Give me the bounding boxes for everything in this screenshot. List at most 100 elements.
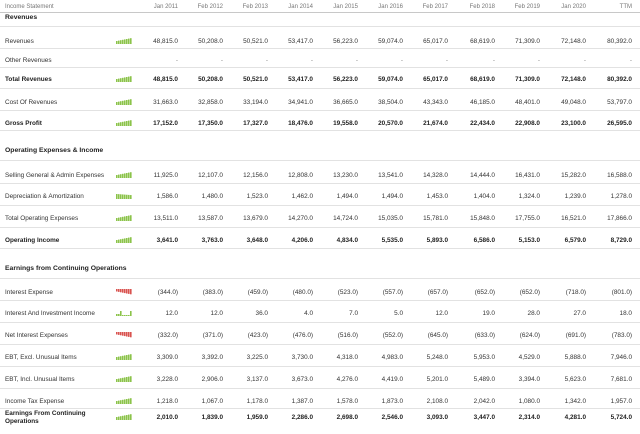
row-label: EBT, Incl. Unusual Items [5, 376, 75, 383]
sparkline-bar [128, 354, 130, 360]
cell-value: 68,619.0 [470, 76, 495, 83]
sparkline-bar [124, 315, 126, 316]
cell-value: 3,763.0 [201, 237, 223, 244]
row-divider [0, 300, 640, 301]
cell-value: 1,480.0 [201, 193, 223, 200]
row-divider [0, 278, 640, 279]
cell-value: 1,178.0 [246, 398, 268, 405]
cell-value: 1,453.0 [426, 193, 448, 200]
sparkline-bar [126, 173, 128, 178]
sparkline-bar [128, 38, 130, 44]
cell-value: 72,148.0 [561, 38, 586, 45]
cell-value: (652.0) [519, 289, 540, 296]
cell-value: 50,208.0 [198, 38, 223, 45]
row-label: Gross Profit [5, 120, 42, 127]
cell-value: 1,278.0 [610, 193, 632, 200]
row-divider [0, 388, 640, 389]
cell-value: 65,017.0 [423, 76, 448, 83]
cell-value: (516.0) [337, 332, 358, 339]
cell-value: 1,387.0 [291, 398, 313, 405]
period-header: Feb 2019 [514, 4, 540, 10]
sparkline-bar [116, 194, 118, 199]
row-divider [0, 227, 640, 228]
cell-value: 20,570.0 [378, 120, 403, 127]
sparkline-bar [116, 379, 118, 382]
cell-value: 2,314.0 [518, 414, 540, 421]
sparkline-bar [120, 332, 122, 336]
row-divider [0, 88, 640, 89]
cell-value: 3,309.0 [156, 354, 178, 361]
sparkline-bar [120, 101, 122, 105]
row-label: Operating Income [5, 237, 60, 244]
cell-value: - [220, 57, 223, 64]
sparkline-bar [128, 172, 130, 178]
cell-value: 4.0 [304, 310, 313, 317]
cell-value: 19,558.0 [333, 120, 358, 127]
cell-value: 80,392.0 [607, 76, 632, 83]
cell-value: (332.0) [157, 332, 178, 339]
sparkline-bar [116, 314, 118, 316]
cell-value: - [310, 57, 313, 64]
sparkline-icon [116, 38, 132, 44]
cell-value: (657.0) [427, 289, 448, 296]
cell-value: 68,619.0 [470, 38, 495, 45]
sparkline-bar [130, 76, 132, 82]
sparkline-bar [120, 378, 122, 382]
sparkline-icon [116, 215, 132, 221]
row-divider [0, 205, 640, 206]
cell-value: 31,663.0 [153, 99, 178, 106]
cell-value: 13,587.0 [198, 215, 223, 222]
cell-value: - [629, 57, 632, 64]
cell-value: 3,093.0 [426, 414, 448, 421]
cell-value: 5,888.0 [564, 354, 586, 361]
sparkline-bar [122, 238, 124, 243]
sparkline-bar [120, 217, 122, 221]
cell-value: 4,834.0 [336, 237, 358, 244]
sparkline-bar [118, 314, 120, 316]
cell-value: 3,730.0 [291, 354, 313, 361]
cell-value: - [175, 57, 178, 64]
cell-value: 12.0 [435, 310, 448, 317]
sparkline-bar [130, 38, 132, 44]
cell-value: 5,535.0 [381, 237, 403, 244]
row-sparkline [116, 414, 132, 420]
sparkline-bar [122, 173, 124, 178]
sparkline-bar [126, 399, 128, 404]
cell-value: 16,521.0 [561, 215, 586, 222]
cell-value: 12,808.0 [288, 172, 313, 179]
cell-value: 6,586.0 [473, 237, 495, 244]
cell-value: 19.0 [482, 310, 495, 317]
sparkline-bar [116, 218, 118, 221]
cell-value: (691.0) [565, 332, 586, 339]
sparkline-bar [128, 237, 130, 243]
cell-value: 48,815.0 [153, 76, 178, 83]
cell-value: 7,681.0 [610, 376, 632, 383]
cell-value: 50,521.0 [243, 76, 268, 83]
cell-value: 2,108.0 [426, 398, 448, 405]
cell-value: 3,447.0 [473, 414, 495, 421]
sparkline-bar [126, 216, 128, 221]
cell-value: 32,858.0 [198, 99, 223, 106]
sparkline-bar [122, 289, 124, 293]
sparkline-bar [124, 77, 126, 82]
row-sparkline [116, 38, 132, 44]
cell-value: 8,729.0 [610, 237, 632, 244]
cell-value: 15,035.0 [378, 215, 403, 222]
cell-value: 1,523.0 [246, 193, 268, 200]
sparkline-bar [128, 289, 130, 294]
cell-value: 14,724.0 [333, 215, 358, 222]
row-divider [0, 12, 640, 13]
sparkline-bar [130, 215, 132, 221]
row-sparkline [116, 120, 132, 126]
cell-value: 12.0 [165, 310, 178, 317]
sparkline-bar [116, 102, 118, 105]
cell-value: - [445, 57, 448, 64]
period-header: Jan 2015 [333, 4, 358, 10]
row-divider [0, 366, 640, 367]
cell-value: (557.0) [382, 289, 403, 296]
row-label: Revenues [5, 38, 34, 45]
cell-value: 56,223.0 [333, 76, 358, 83]
sparkline-bar [130, 99, 132, 105]
cell-value: 7,946.0 [610, 354, 632, 361]
cell-value: 1,586.0 [156, 193, 178, 200]
